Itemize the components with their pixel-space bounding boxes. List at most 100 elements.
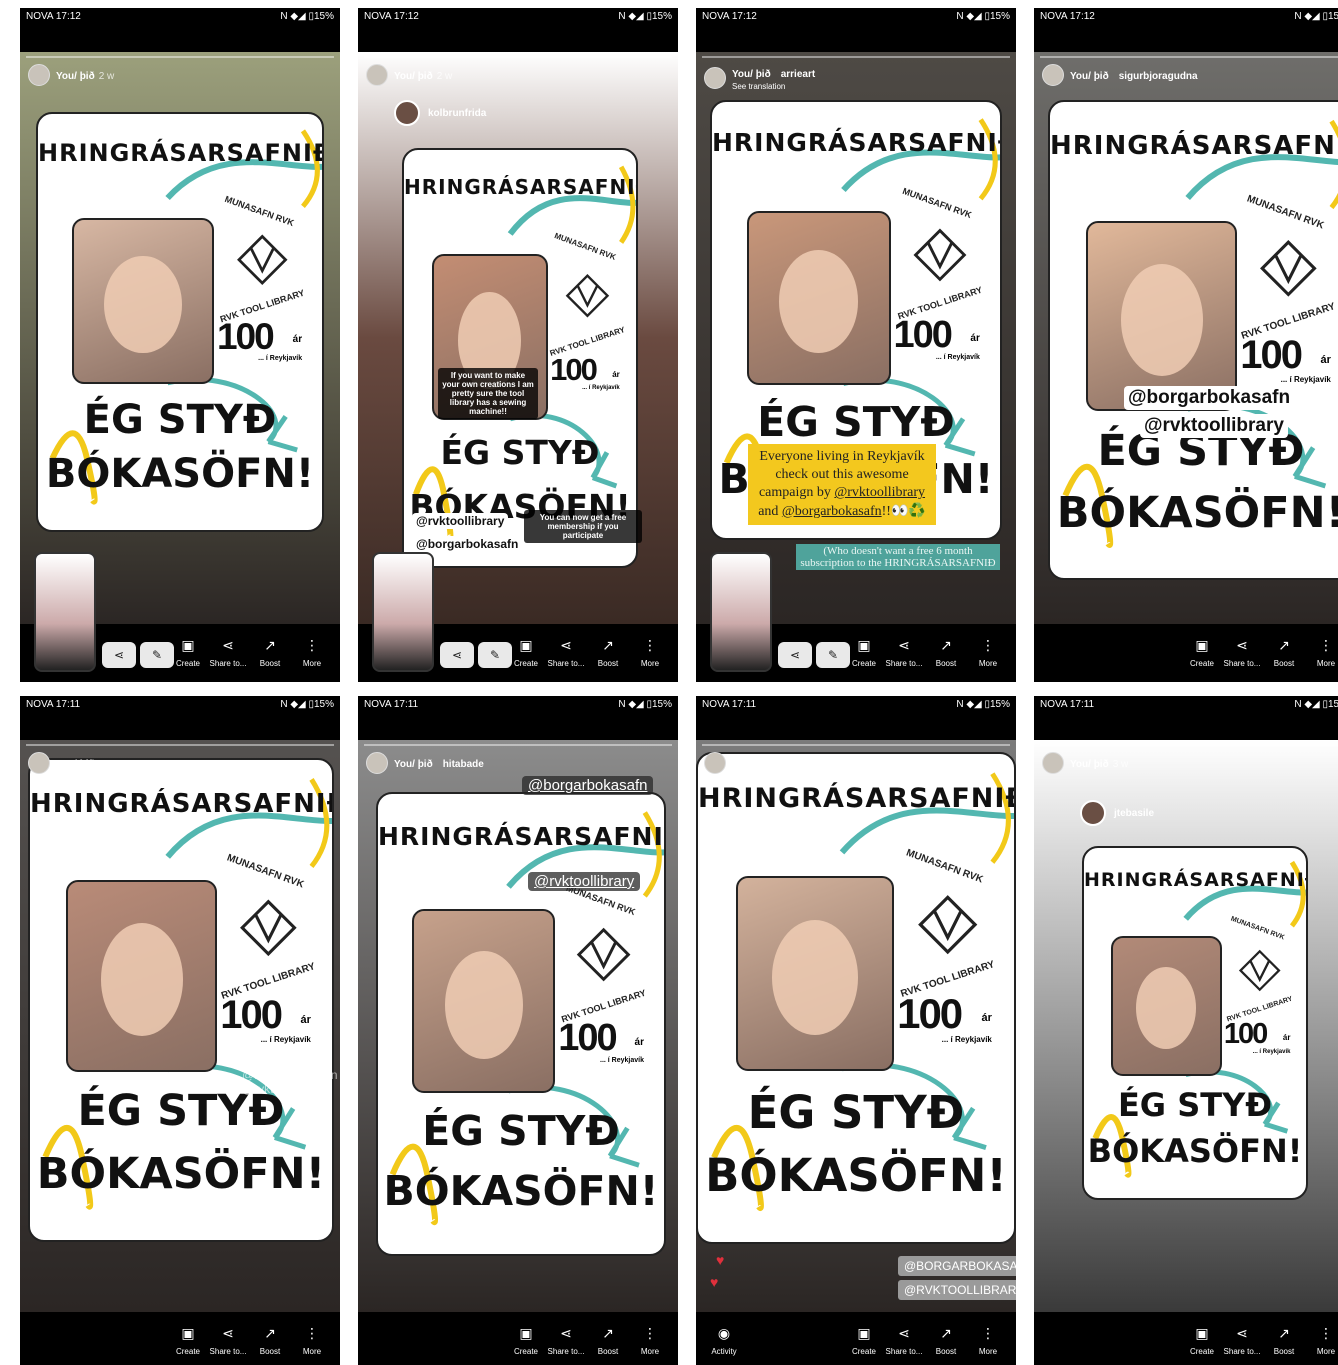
poster-title: HRINGRÁSARSAFNIÐ bbox=[404, 174, 638, 199]
avatar[interactable] bbox=[1042, 64, 1064, 86]
centenary-number: 100 bbox=[1240, 333, 1303, 378]
badge-rvktoollibrary[interactable]: @RVKTOOLLIBRARY bbox=[898, 1280, 1016, 1300]
story-header[interactable]: You/ þið 3 w bbox=[28, 752, 114, 774]
share-to-button[interactable]: ⋖ Share to... bbox=[208, 637, 248, 668]
boost-button[interactable]: ↗ Boost bbox=[588, 1325, 628, 1356]
repost-avatar[interactable] bbox=[394, 100, 420, 126]
author-name[interactable]: You/ þið bbox=[394, 71, 433, 82]
see-translation-link[interactable]: See translation bbox=[732, 82, 815, 91]
repost-author[interactable]: sigurbjoragudna bbox=[1119, 71, 1198, 82]
repost-header[interactable]: jtebasile bbox=[1080, 800, 1154, 826]
create-button[interactable]: ▣ Create bbox=[168, 637, 208, 668]
create-button[interactable]: ▣ Create bbox=[1182, 637, 1222, 668]
create-button[interactable]: ▣ Create bbox=[844, 637, 884, 668]
edit-button[interactable]: ✎ bbox=[140, 642, 174, 668]
mention-rvktoollibrary[interactable]: @rvktoollibrary bbox=[1140, 414, 1288, 438]
share-to-button[interactable]: ⋖ Share to... bbox=[884, 637, 924, 668]
edit-button[interactable]: ✎ bbox=[478, 642, 512, 668]
share-to-button[interactable]: ⋖ Share to... bbox=[884, 1325, 924, 1356]
repost-author[interactable]: hitabade bbox=[443, 759, 484, 770]
share-to-button[interactable]: ⋖ Share to... bbox=[1222, 637, 1262, 668]
more-button[interactable]: ⋮ More bbox=[292, 637, 332, 668]
story-header[interactable]: You/ þið arrieart See translation bbox=[704, 64, 815, 91]
story-preview-thumbnail[interactable] bbox=[34, 552, 96, 672]
boost-icon: ↗ bbox=[1278, 1325, 1290, 1341]
boost-button[interactable]: ↗ Boost bbox=[1264, 637, 1304, 668]
story-poster: HRINGRÁSARSAFNIÐ MUNASAFN RVK RVK TOOL LI… bbox=[1082, 846, 1308, 1200]
status-bar: NOVA 17:11 N ◆◢ ▯15% bbox=[696, 696, 1016, 712]
more-button[interactable]: ⋮ More bbox=[968, 1325, 1008, 1356]
author-name[interactable]: You/ þið bbox=[56, 71, 95, 82]
story-preview-thumbnail[interactable] bbox=[710, 552, 772, 672]
mention-rvktoollibrary[interactable]: @rvktoollibrary bbox=[834, 485, 925, 500]
boost-button[interactable]: ↗ Boost bbox=[926, 1325, 966, 1356]
story-header[interactable]: You/ þið hitabade bbox=[366, 752, 484, 774]
story-preview-thumbnail[interactable] bbox=[372, 552, 434, 672]
more-button[interactable]: ⋮ More bbox=[630, 637, 670, 668]
share-to-button[interactable]: ⋖ Share to... bbox=[208, 1325, 248, 1356]
more-button[interactable]: ⋮ More bbox=[630, 1325, 670, 1356]
create-icon: ▣ bbox=[1195, 1325, 1209, 1341]
repost-author[interactable]: jtebasile bbox=[1114, 808, 1154, 819]
share-button[interactable]: ⋖ bbox=[102, 642, 136, 668]
story-screen: NOVA 17:11 N ◆◢ ▯15% You/ þið hitabade HRING… bbox=[358, 696, 678, 1365]
avatar[interactable] bbox=[704, 66, 726, 89]
avatar[interactable] bbox=[366, 752, 388, 774]
boost-button[interactable]: ↗ Boost bbox=[1264, 1325, 1304, 1356]
activity-button[interactable]: ◉ Activity bbox=[704, 1325, 744, 1356]
centenary-unit: ár bbox=[970, 332, 980, 344]
repost-author[interactable]: kolbrunfrida bbox=[428, 108, 486, 119]
share-to-button[interactable]: ⋖ Share to... bbox=[1222, 1325, 1262, 1356]
mention-borgarbokasafn[interactable]: @borgarbokasafn bbox=[242, 1068, 338, 1082]
story-header[interactable]: You/ þið 3 w bbox=[1042, 752, 1128, 774]
share-to-button[interactable]: ⋖ Share to... bbox=[546, 1325, 586, 1356]
more-button[interactable]: ⋮ More bbox=[1306, 1325, 1338, 1356]
more-button[interactable]: ⋮ More bbox=[968, 637, 1008, 668]
create-button[interactable]: ▣ Create bbox=[844, 1325, 884, 1356]
story-header[interactable]: You/ þið sigurbjoragudna bbox=[1042, 64, 1198, 86]
author-name[interactable]: You/ þið bbox=[56, 759, 95, 770]
avatar[interactable] bbox=[366, 64, 388, 86]
mention-rvktoollibrary[interactable]: @rvktoollibrary bbox=[412, 513, 509, 529]
boost-button[interactable]: ↗ Boost bbox=[250, 637, 290, 668]
create-button[interactable]: ▣ Create bbox=[168, 1325, 208, 1356]
mention-borgarbokasafn[interactable]: @borgarbokasafn bbox=[782, 504, 882, 519]
create-button[interactable]: ▣ Create bbox=[1182, 1325, 1222, 1356]
author-name[interactable]: You/ þið bbox=[394, 759, 433, 770]
badge-borgarbokasafn[interactable]: @BORGARBOKASAFN bbox=[898, 1256, 1016, 1276]
author-name[interactable]: You/ þið bbox=[732, 69, 771, 80]
story-header[interactable]: You/ þið 2 w bbox=[366, 64, 452, 86]
mention-borgarbokasafn[interactable]: @borgarbokasafn bbox=[412, 536, 523, 552]
avatar[interactable] bbox=[704, 752, 726, 774]
mention-borgarbokasafn[interactable]: @borgarbokasafn bbox=[1124, 386, 1295, 410]
share-button[interactable]: ⋖ bbox=[778, 642, 812, 668]
more-button[interactable]: ⋮ More bbox=[292, 1325, 332, 1356]
boost-button[interactable]: ↗ Boost bbox=[250, 1325, 290, 1356]
boost-button[interactable]: ↗ Boost bbox=[588, 637, 628, 668]
avatar[interactable] bbox=[1042, 752, 1064, 774]
create-button[interactable]: ▣ Create bbox=[506, 637, 546, 668]
repost-header[interactable]: kolbrunfrida bbox=[394, 100, 486, 126]
mention-rvktoollibrary[interactable]: @rvktoollibrary bbox=[242, 1082, 322, 1096]
mention-borgarbokasafn[interactable]: @borgarbokasafn bbox=[522, 776, 654, 795]
repost-author[interactable]: arrieart bbox=[781, 69, 815, 80]
repost-avatar[interactable] bbox=[1080, 800, 1106, 826]
author-name[interactable]: You/ þið bbox=[732, 759, 771, 770]
more-button[interactable]: ⋮ More bbox=[1306, 637, 1338, 668]
share-to-icon: ⋖ bbox=[560, 1325, 572, 1341]
create-label: Create bbox=[513, 659, 538, 668]
share-to-button[interactable]: ⋖ Share to... bbox=[546, 637, 586, 668]
share-button[interactable]: ⋖ bbox=[440, 642, 474, 668]
story-header[interactable]: You/ þið 3 w bbox=[704, 752, 790, 774]
mention-rvktoollibrary[interactable]: @rvktoollibrary bbox=[528, 872, 641, 891]
boost-button[interactable]: ↗ Boost bbox=[926, 637, 966, 668]
centenary-unit: ár bbox=[300, 1013, 311, 1026]
author-name[interactable]: You/ þið bbox=[1070, 71, 1109, 82]
avatar[interactable] bbox=[28, 64, 50, 86]
story-header[interactable]: You/ þið 2 w bbox=[28, 64, 114, 86]
create-button[interactable]: ▣ Create bbox=[506, 1325, 546, 1356]
story-screen: NOVA 17:12 N ◆◢ ▯15% You/ þið arrieart See t… bbox=[696, 8, 1016, 682]
author-name[interactable]: You/ þið bbox=[1070, 759, 1109, 770]
avatar[interactable] bbox=[28, 752, 50, 774]
edit-button[interactable]: ✎ bbox=[816, 642, 850, 668]
